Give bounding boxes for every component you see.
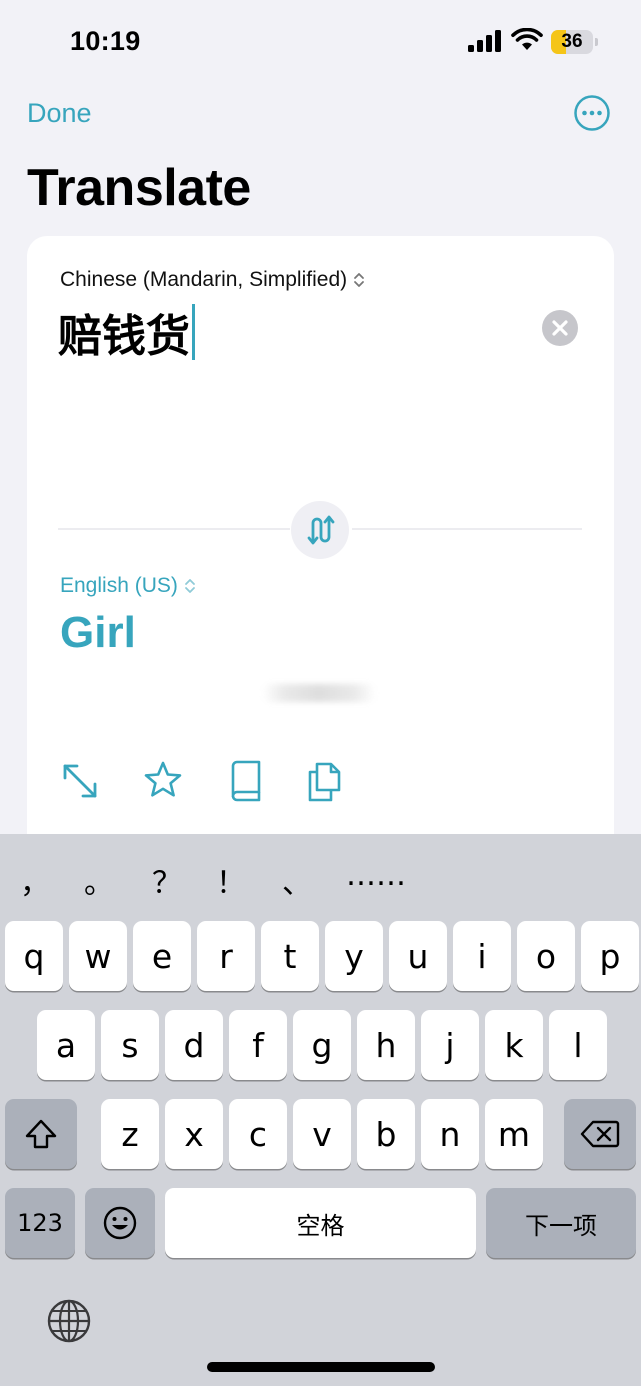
key-k[interactable]: k [485, 1010, 543, 1080]
key-r[interactable]: r [197, 921, 255, 991]
key-b[interactable]: b [357, 1099, 415, 1169]
battery-indicator: 36 [551, 30, 599, 54]
clear-text-button[interactable] [542, 310, 578, 346]
punctuation-key[interactable]: ！ [216, 858, 246, 902]
key-g[interactable]: g [293, 1010, 351, 1080]
chevron-up-down-icon [354, 273, 365, 287]
punctuation-key[interactable]: 。 [84, 858, 114, 902]
expand-button[interactable] [59, 758, 101, 802]
ellipsis-circle-icon [574, 95, 610, 131]
globe-icon [47, 1299, 91, 1343]
punctuation-key[interactable]: 、 [282, 858, 312, 902]
key-y[interactable]: y [325, 921, 383, 991]
key-e[interactable]: e [133, 921, 191, 991]
key-p[interactable]: p [581, 921, 639, 991]
keyboard-switch-button[interactable] [46, 1298, 92, 1344]
space-key[interactable]: 空格 [165, 1188, 476, 1258]
key-t[interactable]: t [261, 921, 319, 991]
key-x[interactable]: x [165, 1099, 223, 1169]
target-language-selector[interactable]: English (US) [60, 574, 196, 598]
key-n[interactable]: n [421, 1099, 479, 1169]
dictionary-book-icon [231, 760, 261, 802]
source-language-selector[interactable]: Chinese (Mandarin, Simplified) [60, 268, 365, 292]
chevron-up-down-icon [184, 579, 195, 593]
key-o[interactable]: o [517, 921, 575, 991]
key-z[interactable]: z [101, 1099, 159, 1169]
close-icon [552, 320, 568, 336]
wifi-icon [511, 28, 543, 50]
key-s[interactable]: s [101, 1010, 159, 1080]
key-l[interactable]: l [549, 1010, 607, 1080]
page-title: Translate [27, 159, 251, 217]
favorite-button[interactable] [142, 758, 184, 802]
key-d[interactable]: d [165, 1010, 223, 1080]
copy-icon [308, 762, 341, 802]
status-time: 10:19 [70, 26, 141, 56]
punctuation-key[interactable]: …… [346, 858, 406, 893]
key-u[interactable]: u [389, 921, 447, 991]
key-a[interactable]: a [37, 1010, 95, 1080]
emoji-face-icon [103, 1206, 137, 1240]
divider [352, 528, 582, 530]
key-i[interactable]: i [453, 921, 511, 991]
dictionary-button[interactable] [224, 758, 266, 802]
next-key[interactable]: 下一项 [486, 1188, 636, 1258]
key-w[interactable]: w [69, 921, 127, 991]
shift-arrow-icon [25, 1119, 57, 1149]
battery-percentage: 36 [561, 31, 583, 52]
target-language-label: English (US) [60, 574, 178, 597]
translated-text: Girl [60, 608, 136, 657]
key-c[interactable]: c [229, 1099, 287, 1169]
key-m[interactable]: m [485, 1099, 543, 1169]
redacted-text [262, 684, 376, 702]
cellular-signal-icon [468, 30, 501, 52]
key-j[interactable]: j [421, 1010, 479, 1080]
delete-backspace-icon [580, 1120, 620, 1148]
done-button[interactable]: Done [27, 98, 92, 129]
divider [58, 528, 290, 530]
swap-arrows-icon [307, 515, 335, 545]
punctuation-key[interactable]: ， [20, 858, 50, 902]
shift-key[interactable] [5, 1099, 77, 1169]
key-f[interactable]: f [229, 1010, 287, 1080]
copy-button[interactable] [305, 758, 347, 802]
text-cursor [192, 304, 195, 360]
swap-languages-button[interactable] [291, 501, 349, 559]
source-text: 赔钱货 [58, 311, 190, 362]
home-indicator [207, 1362, 435, 1372]
emoji-key[interactable] [85, 1188, 155, 1258]
expand-icon [63, 764, 97, 798]
key-q[interactable]: q [5, 921, 63, 991]
key-h[interactable]: h [357, 1010, 415, 1080]
more-options-button[interactable] [573, 94, 611, 132]
numbers-key[interactable]: 123 [5, 1188, 75, 1258]
punctuation-key[interactable]: ？ [152, 858, 182, 902]
key-v[interactable]: v [293, 1099, 351, 1169]
star-icon [144, 761, 182, 797]
source-language-label: Chinese (Mandarin, Simplified) [60, 268, 348, 291]
source-text-input[interactable]: 赔钱货 [58, 300, 195, 364]
delete-key[interactable] [564, 1099, 636, 1169]
